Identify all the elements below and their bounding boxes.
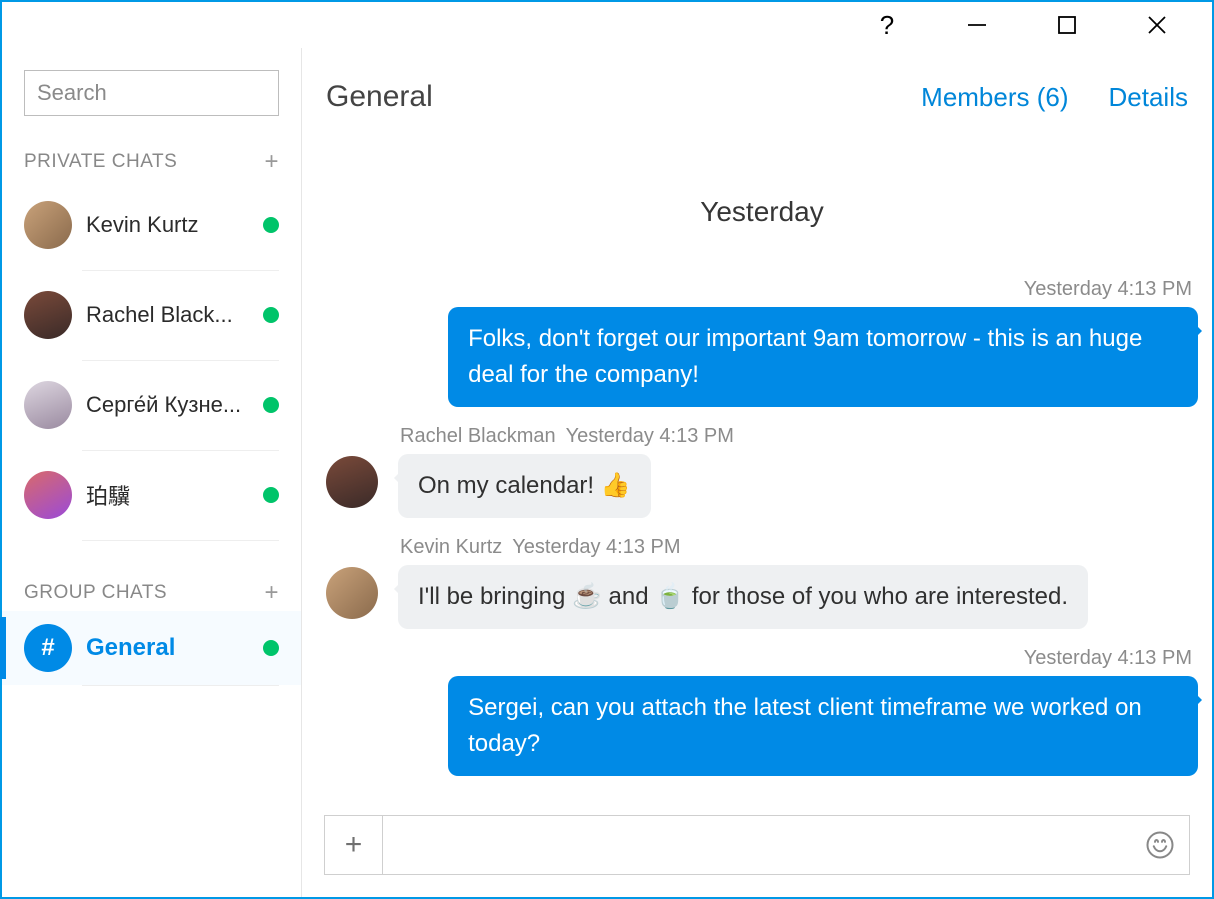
private-chat-list: Kevin Kurtz Rachel Black... Серге́й Кузн… <box>2 180 301 541</box>
app-body: PRIVATE CHATS + Kevin Kurtz Rachel Black… <box>2 48 1212 897</box>
channel-title: General <box>326 80 881 114</box>
message-author: Kevin Kurtz <box>400 536 502 558</box>
message-bubble[interactable]: Folks, don't forget our important 9am to… <box>448 307 1198 407</box>
close-button[interactable] <box>1112 2 1202 48</box>
chat-item-rachel[interactable]: Rachel Black... <box>2 270 301 360</box>
private-chats-header: PRIVATE CHATS + <box>2 130 301 180</box>
group-item-general[interactable]: # General <box>2 611 301 685</box>
maximize-button[interactable] <box>1022 2 1112 48</box>
composer-input[interactable] <box>383 816 1131 874</box>
message-timestamp: Yesterday 4:13 PM <box>512 536 680 558</box>
help-button[interactable]: ? <box>842 2 932 48</box>
status-online-icon <box>263 487 279 503</box>
message-bubble[interactable]: Sergei, can you attach the latest client… <box>448 676 1198 776</box>
status-online-icon <box>263 217 279 233</box>
chat-name: 珀驥 <box>86 479 263 511</box>
status-online-icon <box>263 307 279 323</box>
search-input[interactable] <box>24 70 279 116</box>
main-pane: General Members (6) Details Yesterday Ye… <box>302 48 1212 897</box>
message-outgoing: Yesterday 4:13 PM Folks, don't forget ou… <box>326 278 1198 407</box>
avatar <box>326 567 378 619</box>
sidebar: PRIVATE CHATS + Kevin Kurtz Rachel Black… <box>2 48 302 897</box>
message-meta: Kevin Kurtz Yesterday 4:13 PM <box>326 536 1088 565</box>
message-thread[interactable]: Yesterday Yesterday 4:13 PM Folks, don't… <box>302 136 1212 805</box>
chat-item-sergei[interactable]: Серге́й Кузне... <box>2 360 301 450</box>
add-private-chat-button[interactable]: + <box>264 150 279 174</box>
avatar <box>326 456 378 508</box>
message-timestamp: Yesterday 4:13 PM <box>1024 647 1198 676</box>
chat-name: Rachel Black... <box>86 302 263 328</box>
avatar <box>24 381 72 429</box>
private-chats-label: PRIVATE CHATS <box>24 151 177 173</box>
group-chat-list: # General <box>2 611 301 686</box>
smile-icon <box>1145 830 1175 860</box>
message-author: Rachel Blackman <box>400 425 556 447</box>
chat-item-cjk[interactable]: 珀驥 <box>2 450 301 540</box>
members-link[interactable]: Members (6) <box>921 82 1068 113</box>
message-incoming: Rachel Blackman Yesterday 4:13 PM On my c… <box>326 425 1198 518</box>
message-meta: Rachel Blackman Yesterday 4:13 PM <box>326 425 740 454</box>
attach-button[interactable]: + <box>325 816 383 874</box>
message-bubble[interactable]: I'll be bringing ☕ and 🍵 for those of yo… <box>398 565 1088 629</box>
avatar <box>24 201 72 249</box>
add-group-chat-button[interactable]: + <box>264 581 279 605</box>
message-outgoing: Yesterday 4:13 PM Sergei, can you attach… <box>326 647 1198 776</box>
date-separator: Yesterday <box>326 146 1198 278</box>
chat-name: Серге́й Кузне... <box>86 392 263 418</box>
group-chats-label: GROUP CHATS <box>24 582 167 604</box>
status-online-icon <box>263 397 279 413</box>
hash-icon: # <box>24 624 72 672</box>
message-timestamp: Yesterday 4:13 PM <box>1024 278 1198 307</box>
chat-name: Kevin Kurtz <box>86 212 263 238</box>
search-container <box>2 70 301 130</box>
status-online-icon <box>263 640 279 656</box>
group-name: General <box>86 634 263 662</box>
emoji-button[interactable] <box>1131 816 1189 874</box>
avatar <box>24 471 72 519</box>
group-chats-header: GROUP CHATS + <box>2 541 301 611</box>
message-incoming: Kevin Kurtz Yesterday 4:13 PM I'll be bri… <box>326 536 1198 629</box>
message-timestamp: Yesterday 4:13 PM <box>566 425 734 447</box>
details-link[interactable]: Details <box>1109 82 1188 113</box>
composer: + <box>324 815 1190 875</box>
list-divider <box>82 685 279 686</box>
titlebar: ? <box>2 2 1212 48</box>
chat-item-kevin[interactable]: Kevin Kurtz <box>2 180 301 270</box>
channel-header: General Members (6) Details <box>302 48 1212 136</box>
avatar <box>24 291 72 339</box>
minimize-button[interactable] <box>932 2 1022 48</box>
message-bubble[interactable]: On my calendar! 👍 <box>398 454 651 518</box>
